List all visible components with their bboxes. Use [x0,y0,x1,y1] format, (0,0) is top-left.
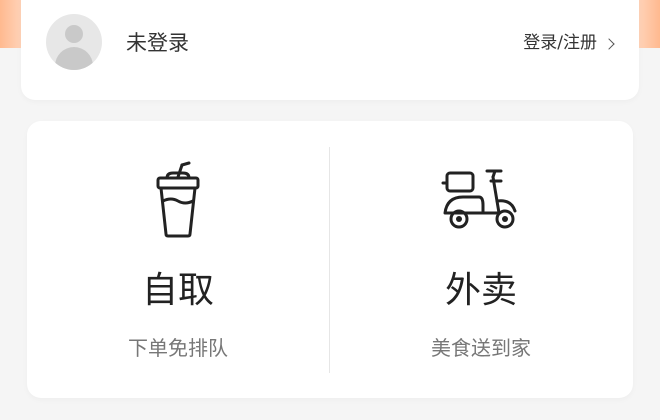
delivery-subtitle: 美食送到家 [431,336,531,360]
drink-cup-icon [156,161,200,238]
delivery-option[interactable]: 外卖 美食送到家 [330,121,632,398]
pickup-option[interactable]: 自取 下单免排队 [27,121,329,398]
login-register-link[interactable]: 登录/注册 [523,32,615,54]
scooter-icon [441,169,517,229]
pickup-title: 自取 [141,270,214,311]
pickup-subtitle: 下单免排队 [128,336,228,360]
user-card: 未登录 登录/注册 [21,0,639,100]
delivery-title: 外卖 [444,270,517,311]
login-status: 未登录 [126,31,189,55]
avatar-head [65,25,83,43]
service-card: 自取 下单免排队 外卖 美食送到家 [27,121,633,398]
chevron-right-icon [603,37,615,50]
login-register-label: 登录/注册 [523,33,597,53]
avatar[interactable] [46,14,102,70]
avatar-body [55,47,93,70]
